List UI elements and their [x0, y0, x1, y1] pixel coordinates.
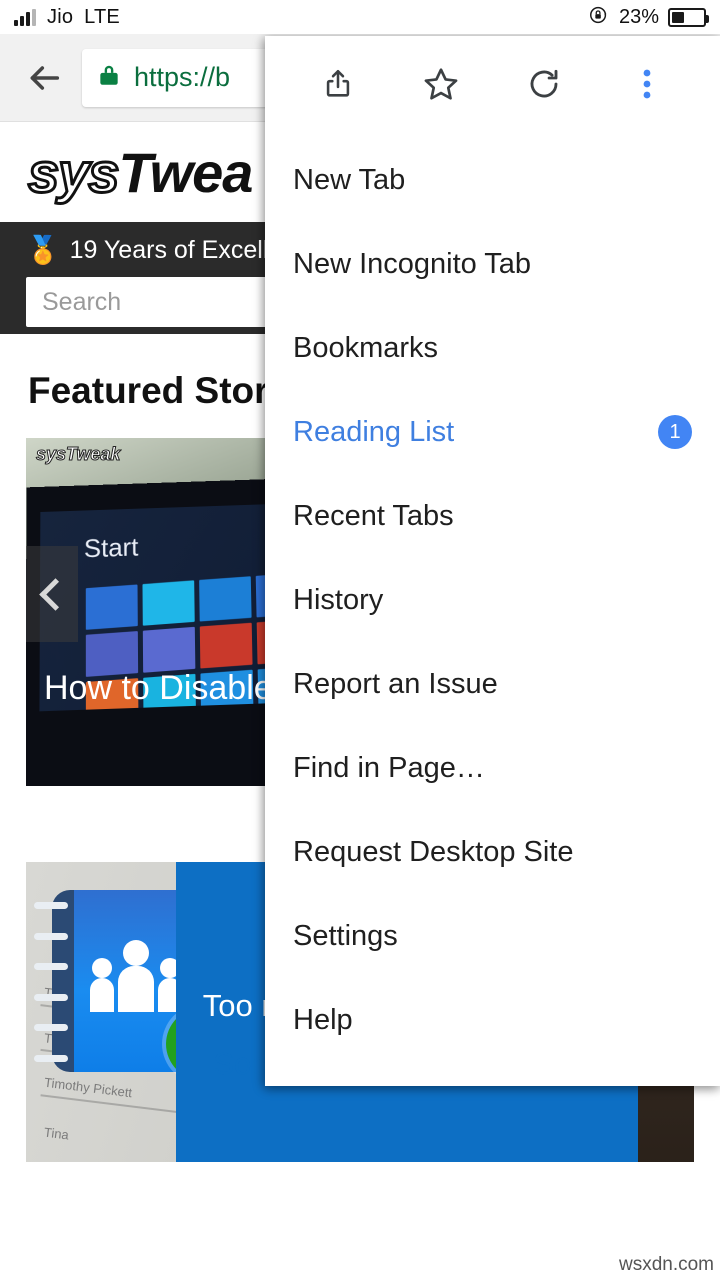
status-bar-left: Jio LTE	[14, 6, 120, 29]
signal-bars-icon	[14, 8, 36, 26]
menu-item-label: New Incognito Tab	[293, 247, 532, 280]
share-icon	[327, 69, 350, 97]
people-glyph-icon	[90, 940, 182, 1012]
more-options-button[interactable]	[595, 36, 698, 132]
url-text: https://b	[134, 62, 231, 92]
menu-item-new-tab[interactable]: New Tab	[265, 138, 720, 222]
site-logo-text: sysTwea	[26, 139, 253, 205]
reload-icon	[530, 69, 558, 98]
menu-item-recent-tabs[interactable]: Recent Tabs	[265, 474, 720, 558]
battery-percent-label: 23%	[618, 5, 659, 28]
carrier-label: Jio	[47, 5, 74, 28]
carousel-prev-button[interactable]	[26, 546, 78, 642]
network-type-label: LTE	[84, 5, 120, 28]
browser-overflow-menu: New Tab New Incognito Tab Bookmarks Read…	[265, 36, 720, 1086]
status-bar-right: 23%	[588, 4, 709, 31]
menu-item-new-incognito-tab[interactable]: New Incognito Tab	[265, 222, 720, 306]
site-search-placeholder: Search	[42, 287, 122, 316]
start-label: Start	[83, 531, 139, 564]
logo-light-part: sys	[26, 139, 120, 205]
notebook-rings-icon	[34, 902, 68, 1062]
menu-item-label: Reading List	[293, 415, 455, 448]
note-name: Tina	[43, 1124, 70, 1143]
menu-item-help[interactable]: Help	[265, 978, 720, 1062]
menu-item-bookmarks[interactable]: Bookmarks	[265, 306, 720, 390]
menu-item-label: Recent Tabs	[293, 499, 454, 532]
story-title-line1: How to Disable T	[44, 669, 303, 707]
menu-item-label: Settings	[293, 919, 398, 952]
menu-item-label: Report an Issue	[293, 667, 498, 700]
menu-item-label: Find in Page…	[293, 751, 485, 784]
bookmark-button[interactable]	[390, 36, 493, 132]
menu-item-label: Help	[293, 1003, 353, 1036]
reload-button[interactable]	[493, 36, 596, 132]
battery-icon	[668, 7, 709, 27]
reading-list-badge: 1	[658, 415, 692, 449]
menu-item-find-in-page[interactable]: Find in Page…	[265, 726, 720, 810]
menu-item-label: History	[293, 583, 384, 616]
rotation-lock-icon	[588, 4, 610, 31]
back-button[interactable]	[16, 50, 72, 106]
overflow-menu-icon	[643, 69, 651, 99]
back-arrow-icon	[30, 65, 60, 90]
image-watermark: wsxdn.com	[618, 1254, 714, 1275]
menu-item-settings[interactable]: Settings	[265, 894, 720, 978]
bookmark-star-icon	[424, 68, 458, 100]
phone-screen: Jio LTE 23% https://b sysTwea 🏅 19 Years…	[0, 0, 720, 1280]
status-bar: Jio LTE 23%	[0, 0, 720, 34]
story-watermark: sysTweak	[35, 444, 121, 465]
menu-item-request-desktop-site[interactable]: Request Desktop Site	[265, 810, 720, 894]
share-button[interactable]	[287, 36, 390, 132]
menu-item-history[interactable]: History	[265, 558, 720, 642]
menu-item-label: New Tab	[293, 163, 406, 196]
medal-icon: 🏅	[26, 235, 60, 265]
menu-item-report-an-issue[interactable]: Report an Issue	[265, 642, 720, 726]
menu-item-label: Bookmarks	[293, 331, 439, 364]
menu-item-label: Request Desktop Site	[293, 835, 574, 868]
lock-icon	[96, 61, 122, 94]
menu-quick-actions	[265, 36, 720, 132]
logo-bold-part: Twea	[118, 140, 253, 204]
menu-items-list: New Tab New Incognito Tab Bookmarks Read…	[265, 132, 720, 1086]
menu-item-reading-list[interactable]: Reading List 1	[265, 390, 720, 474]
